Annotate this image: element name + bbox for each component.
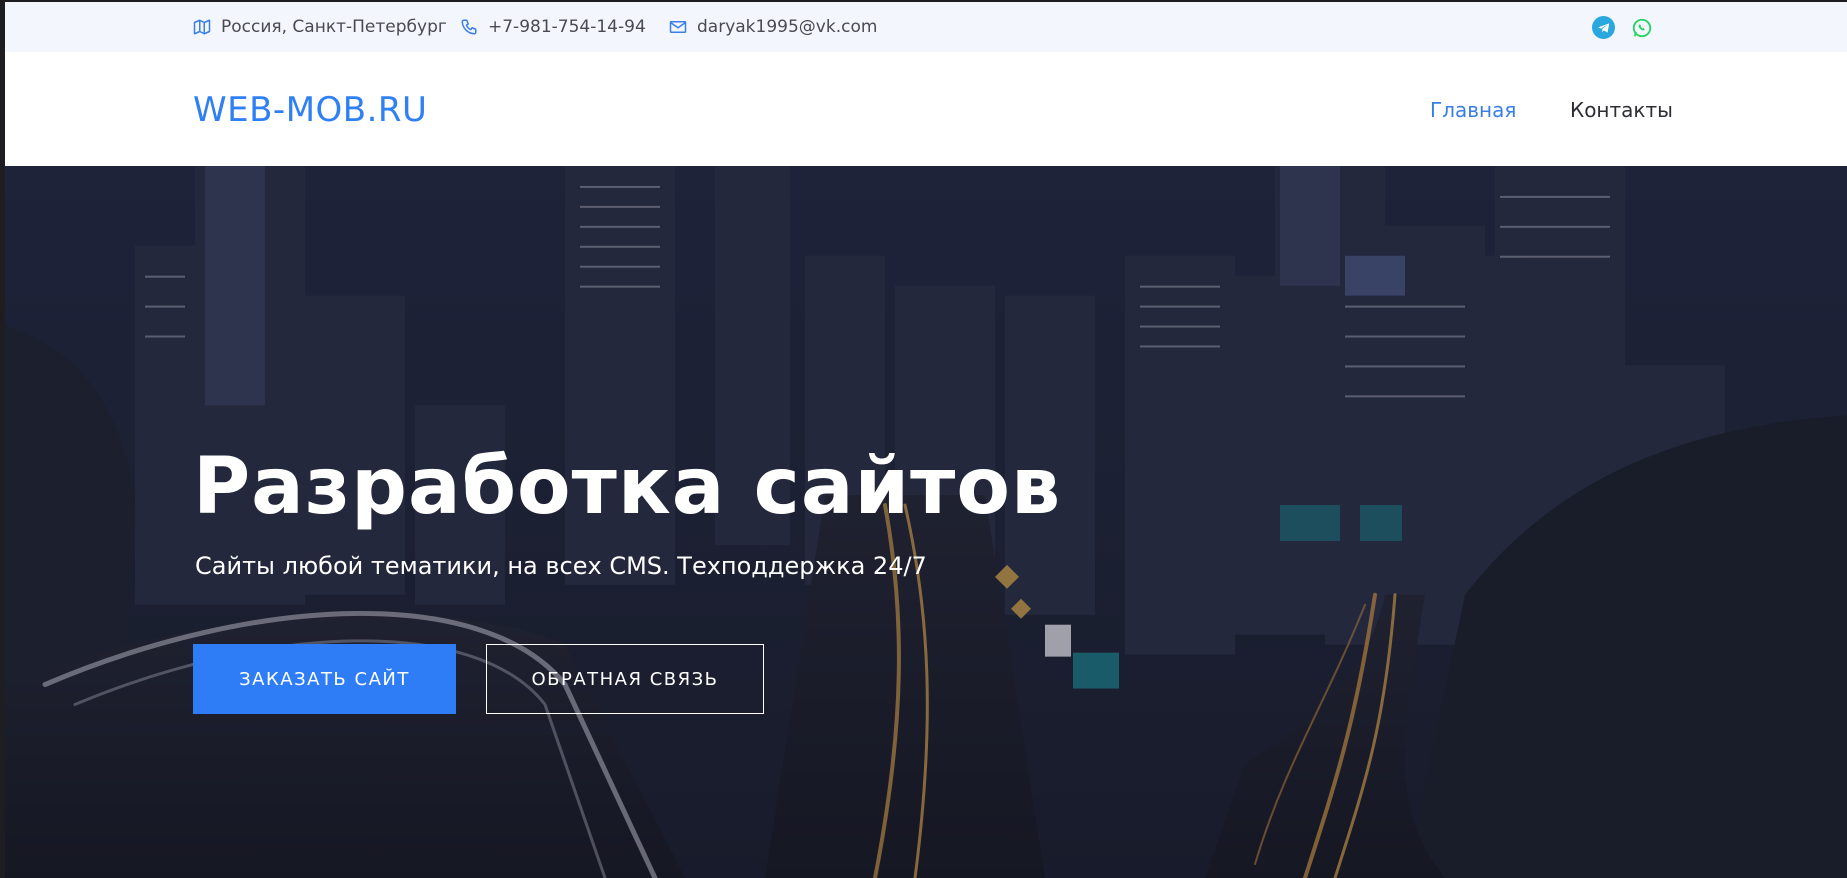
- topbar: Россия, Санкт-Петербург +7-981-754-14-94…: [5, 2, 1847, 52]
- nav-contacts[interactable]: Контакты: [1570, 98, 1673, 122]
- telegram-icon[interactable]: [1592, 16, 1615, 39]
- hero-subtitle: Сайты любой тематики, на всех CMS. Техпо…: [195, 552, 927, 580]
- location-text: Россия, Санкт-Петербург: [221, 17, 447, 37]
- feedback-button[interactable]: ОБРАТНАЯ СВЯЗЬ: [486, 644, 764, 714]
- email-text[interactable]: daryak1995@vk.com: [697, 17, 877, 37]
- email-contact[interactable]: daryak1995@vk.com: [669, 2, 877, 52]
- hero-title: Разработка сайтов: [193, 442, 1062, 532]
- page: Россия, Санкт-Петербург +7-981-754-14-94…: [0, 0, 1847, 878]
- phone-text[interactable]: +7-981-754-14-94: [488, 17, 646, 37]
- site-logo[interactable]: WEB-MOB.RU: [193, 90, 427, 130]
- order-site-button[interactable]: ЗАКАЗАТЬ САЙТ: [193, 644, 456, 714]
- nav-home[interactable]: Главная: [1430, 98, 1516, 122]
- whatsapp-icon[interactable]: [1630, 16, 1653, 39]
- mail-icon: [669, 21, 687, 33]
- phone-icon: [461, 19, 477, 35]
- map-icon: [193, 19, 211, 35]
- phone-contact[interactable]: +7-981-754-14-94: [460, 2, 646, 52]
- header: WEB-MOB.RU Главная Контакты: [5, 52, 1847, 166]
- hero-section: Разработка сайтов Сайты любой тематики, …: [5, 166, 1847, 878]
- location-contact: Россия, Санкт-Петербург: [193, 2, 447, 52]
